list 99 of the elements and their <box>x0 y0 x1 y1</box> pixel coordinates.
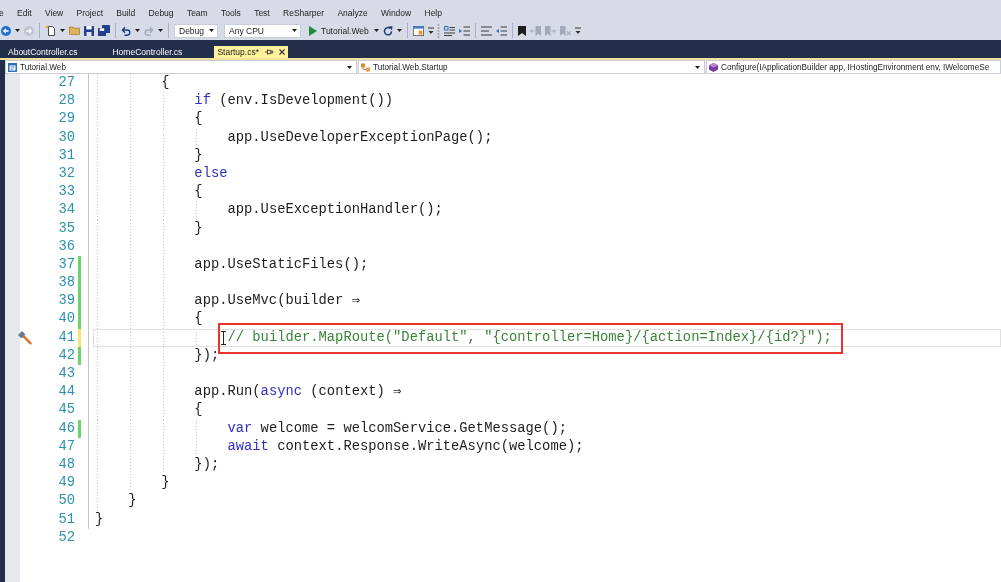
line-number: 32 <box>57 164 75 183</box>
caret-icon <box>347 65 352 69</box>
undo-icon[interactable] <box>121 25 131 36</box>
code-line: var welcome = welcomService.GetMessage(); <box>227 419 567 438</box>
menu-item[interactable]: Build <box>116 7 136 19</box>
line-number: 30 <box>57 128 75 147</box>
line-number: 35 <box>57 219 75 238</box>
start-button[interactable]: Tutorial.Web <box>307 23 370 38</box>
close-icon[interactable] <box>278 49 285 55</box>
list-icon[interactable] <box>443 25 455 36</box>
caret-icon <box>695 65 700 69</box>
menu-item[interactable]: Team <box>186 7 208 19</box>
grip-icon[interactable] <box>436 23 440 38</box>
code-line: } <box>194 219 203 238</box>
hammer-icon[interactable] <box>18 331 32 345</box>
caret-icon <box>209 29 214 32</box>
code-line: } <box>128 492 137 511</box>
code-line: app.UseDeveloperExceptionPage(); <box>227 128 493 147</box>
menu-item[interactable]: Edit <box>17 7 32 19</box>
menu-item[interactable]: Analyze <box>337 7 368 19</box>
line-number: 29 <box>57 110 75 129</box>
code-line: app.Run(async (context) ⇒ <box>194 383 402 402</box>
line-number: 27 <box>57 74 75 92</box>
save-icon[interactable] <box>84 25 94 36</box>
line-number: 31 <box>57 146 75 165</box>
line-number: 46 <box>57 419 75 438</box>
outdent-icon[interactable] <box>495 25 507 36</box>
code-line: { <box>194 110 203 129</box>
code-line: await context.Response.WriteAsync(welcome); <box>227 437 584 456</box>
line-number: 47 <box>57 437 75 456</box>
code-line: else <box>194 164 228 183</box>
line-number: 34 <box>57 201 75 220</box>
play-icon <box>309 25 317 36</box>
member-dropdown[interactable]: Configure(IApplicationBuilder app, IHostingEnvironment env, IWelcomeSe <box>706 60 1001 74</box>
line-number: 49 <box>57 474 75 493</box>
line-number: 39 <box>57 292 75 311</box>
caret-icon[interactable] <box>60 29 65 32</box>
code-line: } <box>161 474 170 493</box>
line-number: 40 <box>57 310 75 329</box>
code-line: // builder.MapRoute("Default", "{controller=Home}/{action=Index}/{id?}"); <box>227 328 832 347</box>
line-number: 45 <box>57 401 75 420</box>
new-file-icon[interactable] <box>45 25 56 36</box>
code-line: { <box>161 74 170 92</box>
toolbar-dropdown[interactable]: Any CPU <box>224 23 301 38</box>
menu-item[interactable]: e <box>0 7 4 19</box>
document-tab[interactable]: Startup.cs* <box>214 46 288 58</box>
line-number: 44 <box>57 383 75 402</box>
code-line: } <box>194 146 203 165</box>
menu-item[interactable]: ReSharper <box>283 7 325 19</box>
project-dropdown[interactable]: Tutorial.Web <box>5 60 357 74</box>
line-number: 28 <box>57 92 75 111</box>
caret-icon[interactable] <box>396 29 402 32</box>
line-number: 50 <box>57 492 75 511</box>
document-tab[interactable]: HomeController.cs <box>109 46 215 58</box>
code-line: app.UseStaticFiles(); <box>194 255 369 274</box>
overflow-icon[interactable] <box>574 26 581 35</box>
type-dropdown[interactable]: Tutorial.Web.Startup <box>358 60 705 74</box>
menu-item[interactable]: View <box>45 7 64 19</box>
toolbar-dropdown[interactable]: Debug <box>174 23 218 38</box>
code-line: }); <box>194 346 220 365</box>
line-number: 52 <box>57 528 75 547</box>
line-number: 37 <box>57 255 75 274</box>
code-line: if (env.IsDevelopment()) <box>194 92 394 111</box>
class-icon <box>361 62 370 72</box>
line-number: 42 <box>57 346 75 365</box>
code-line: { <box>194 183 203 202</box>
refresh-icon[interactable] <box>382 25 393 36</box>
window-icon[interactable] <box>412 25 424 36</box>
save-all-icon[interactable] <box>98 25 110 36</box>
code-line: { <box>194 401 203 420</box>
menu-item[interactable]: Project <box>76 7 104 19</box>
bookmark-icon[interactable] <box>517 25 526 36</box>
code-line: app.UseMvc(builder ⇒ <box>194 292 360 311</box>
menu-item[interactable]: Debug <box>148 7 174 19</box>
code-line: { <box>194 310 203 329</box>
caret-icon[interactable] <box>373 29 379 32</box>
line-number: 43 <box>57 365 75 383</box>
method-icon <box>709 62 718 72</box>
overflow-icon[interactable] <box>427 26 434 35</box>
menu-item[interactable]: Tools <box>221 7 241 19</box>
project-icon <box>8 62 17 72</box>
caret-icon[interactable] <box>15 29 20 32</box>
menu-item[interactable]: Test <box>254 7 270 19</box>
line-number: 51 <box>57 510 75 529</box>
code-line: }); <box>194 455 220 474</box>
line-number: 38 <box>57 274 75 293</box>
pin-icon[interactable] <box>264 49 273 55</box>
menu-item[interactable]: Help <box>424 7 442 19</box>
menu-item[interactable]: Window <box>380 7 412 19</box>
line-number: 48 <box>57 455 75 474</box>
code-line: } <box>95 510 104 529</box>
code-line: app.UseExceptionHandler(); <box>227 201 443 220</box>
document-tab[interactable]: AboutController.cs <box>5 46 110 58</box>
line-number: 33 <box>57 183 75 202</box>
line-number: 36 <box>57 237 75 256</box>
line-number: 41 <box>57 328 75 347</box>
caret-icon <box>292 29 297 32</box>
back-icon[interactable] <box>1 25 11 36</box>
caret-icon[interactable] <box>135 29 140 32</box>
